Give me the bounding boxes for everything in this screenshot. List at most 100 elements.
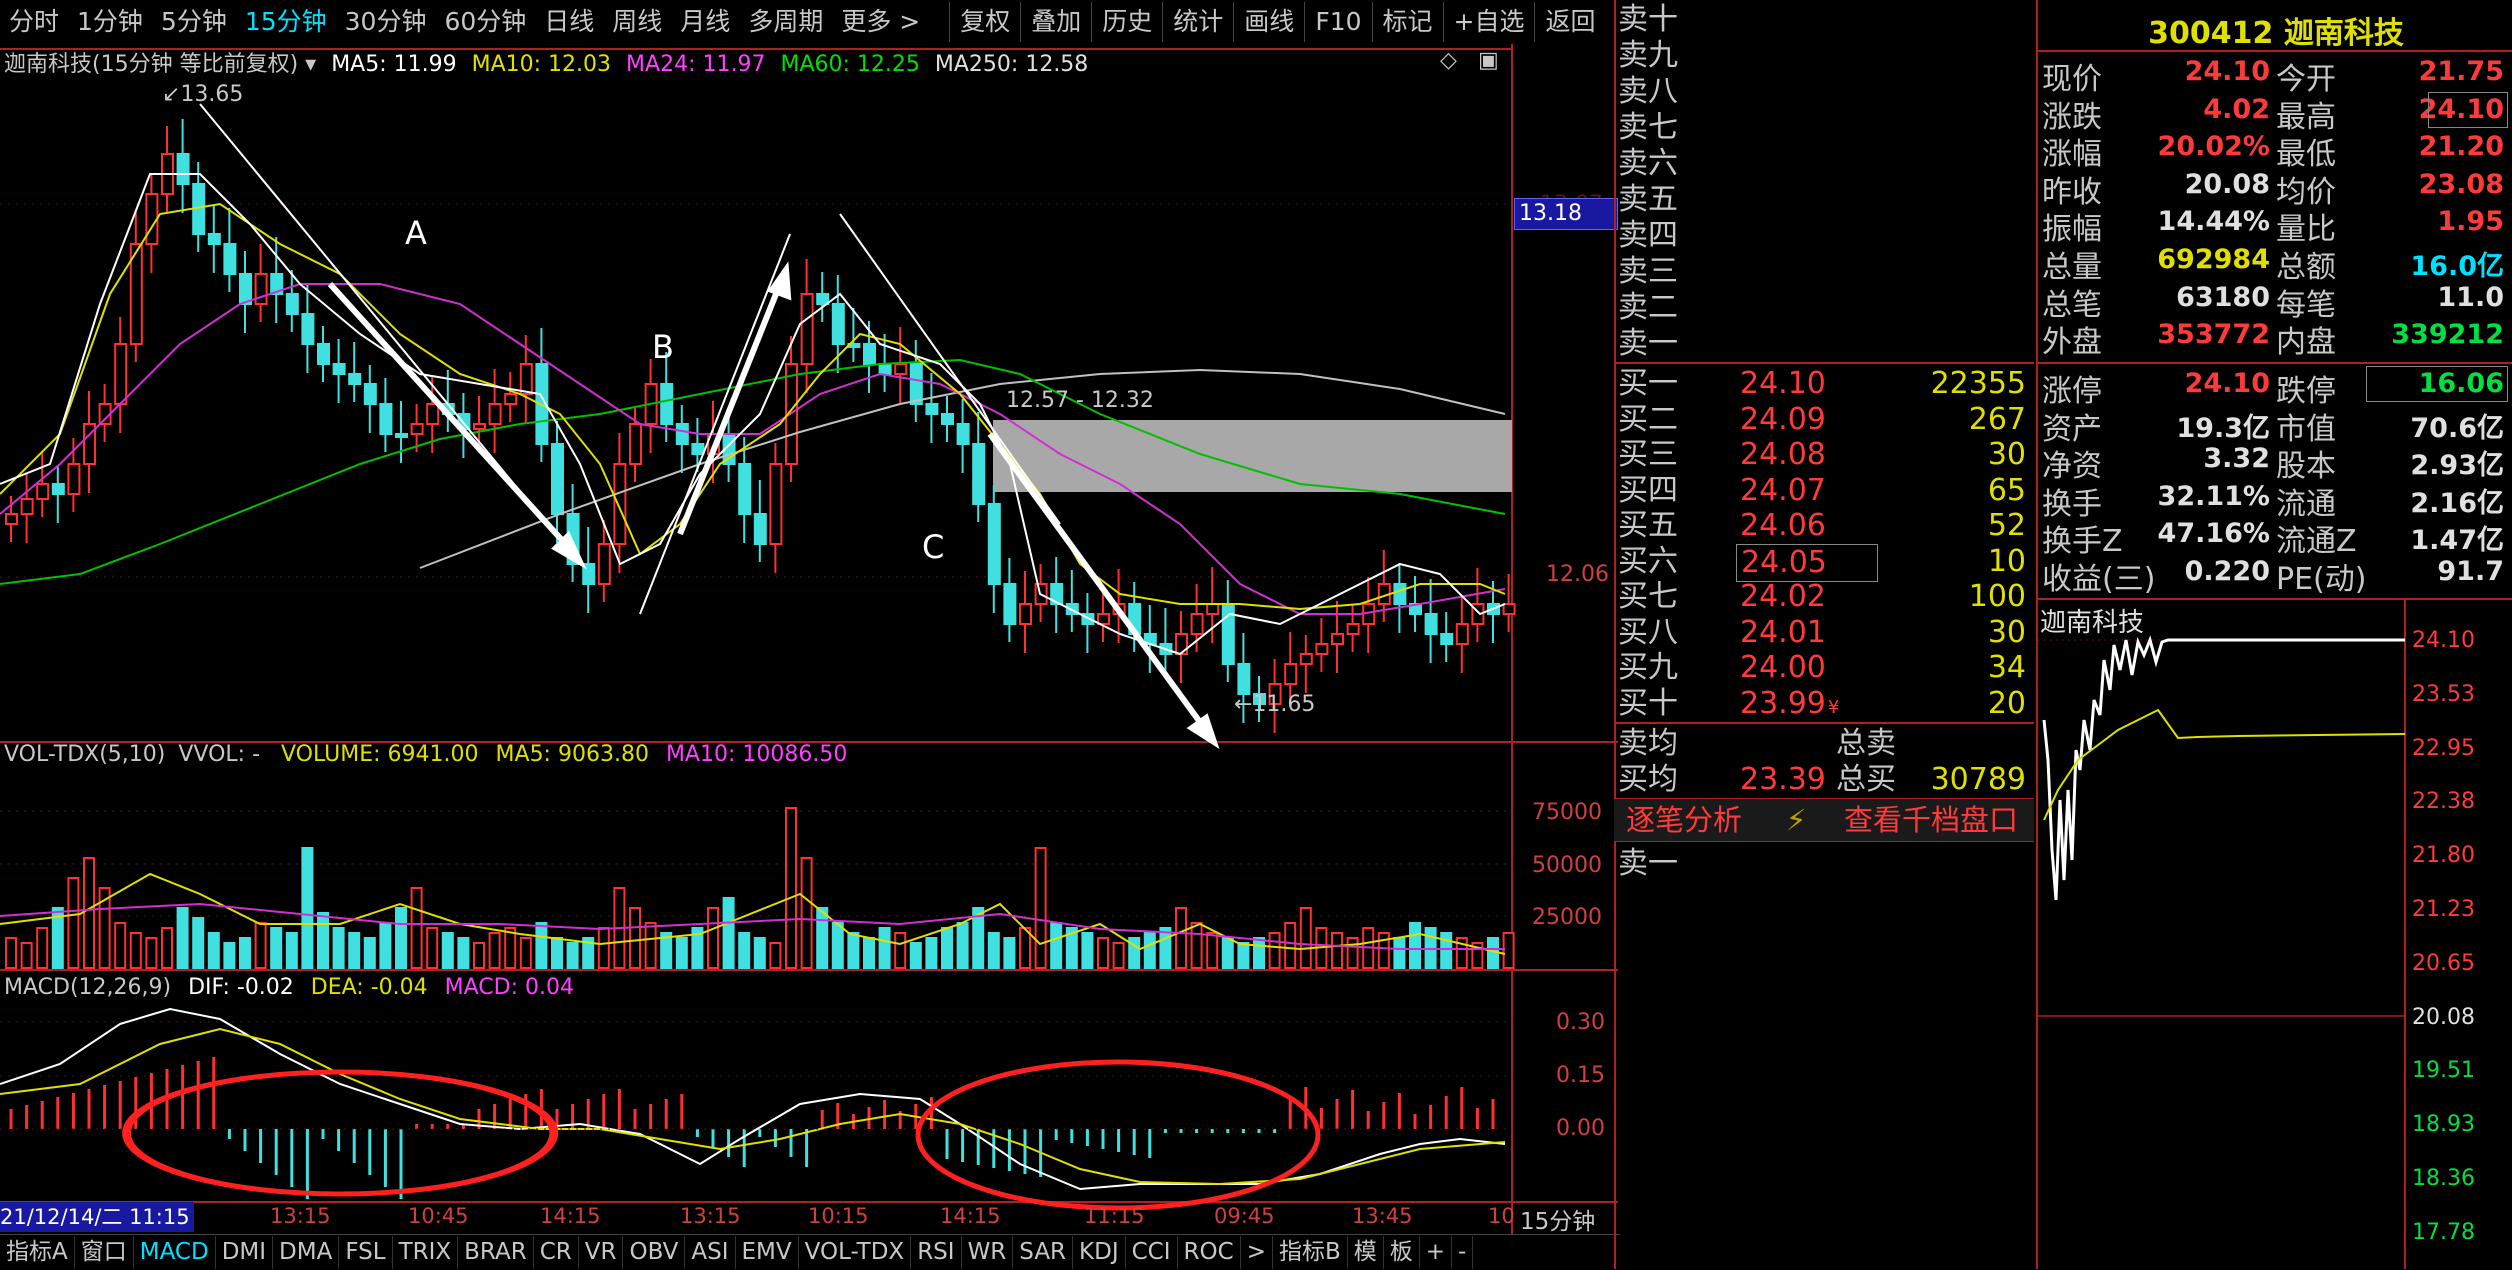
sell-row[interactable]: 卖三 bbox=[1618, 254, 2034, 290]
toolbar-button[interactable]: 标记 bbox=[1371, 2, 1443, 42]
toolbar-button[interactable]: +自选 bbox=[1442, 2, 1535, 42]
period-tab[interactable]: 周线 bbox=[603, 2, 671, 42]
sell-row[interactable]: 卖四 bbox=[1618, 218, 2034, 254]
macd-name[interactable]: MACD(12,26,9) bbox=[4, 975, 171, 1000]
buy-row[interactable]: 买九 24.00 34 bbox=[1618, 650, 2034, 686]
mini-axis-label: 22.38 bbox=[2412, 789, 2475, 815]
period-tab[interactable]: 1分钟 bbox=[68, 2, 152, 42]
indicator-tab[interactable]: FSL bbox=[339, 1236, 393, 1269]
candle-body bbox=[519, 363, 533, 395]
volume-bar bbox=[566, 942, 579, 969]
buy-row[interactable]: 买六 24.05 10 bbox=[1618, 543, 2034, 582]
buy-row[interactable]: 买五 24.06 52 bbox=[1618, 508, 2034, 544]
chart-panel-icon[interactable]: ▣ bbox=[1478, 48, 1499, 73]
period-tab[interactable]: 月线 bbox=[671, 2, 739, 42]
indicator-tab[interactable]: RSI bbox=[911, 1236, 962, 1269]
buy-row[interactable]: 买八 24.01 30 bbox=[1618, 615, 2034, 651]
quote-label: 内盘 bbox=[2276, 325, 2336, 361]
ma5-label: MA5: 11.99 bbox=[331, 52, 457, 77]
indicator-tab[interactable]: SAR bbox=[1013, 1236, 1074, 1269]
period-tab[interactable]: 15分钟 bbox=[236, 2, 336, 42]
toolbar-button[interactable]: 画线 bbox=[1233, 2, 1304, 42]
indicator-tab[interactable]: > bbox=[1241, 1236, 1273, 1269]
period-tab[interactable]: 30分钟 bbox=[336, 2, 436, 42]
candle-body bbox=[332, 363, 346, 375]
quote-label: 收益(三) bbox=[2042, 562, 2156, 597]
tick-analysis-button[interactable]: 逐笔分析 bbox=[1626, 799, 1742, 841]
buy-row[interactable]: 买十 23.99 ¥ 20 bbox=[1618, 686, 2034, 722]
toolbar-button[interactable]: F10 bbox=[1304, 2, 1371, 42]
period-tab[interactable]: 5分钟 bbox=[152, 2, 236, 42]
indicator-tab[interactable]: + bbox=[1420, 1236, 1453, 1269]
quote-value: 20.08 bbox=[2184, 168, 2270, 200]
indicator-tab[interactable]: ASI bbox=[685, 1236, 736, 1269]
candle-body bbox=[1097, 613, 1110, 625]
time-tick: 13:15 bbox=[680, 1204, 741, 1228]
buy-row[interactable]: 买七 24.02 100 bbox=[1618, 579, 2034, 615]
candle-body bbox=[1237, 663, 1251, 695]
indicator-tab[interactable]: VR bbox=[579, 1236, 624, 1269]
indicator-tab[interactable]: KDJ bbox=[1073, 1236, 1126, 1269]
view-depth-button[interactable]: 查看千档盘口 bbox=[1844, 799, 2018, 841]
indicator-tab[interactable]: BRAR bbox=[458, 1236, 534, 1269]
indicator-tab[interactable]: WR bbox=[962, 1236, 1014, 1269]
indicator-tab[interactable]: VOL-TDX bbox=[799, 1236, 912, 1269]
period-tab[interactable]: 更多 > bbox=[832, 2, 929, 42]
volume-bar bbox=[1081, 932, 1094, 969]
vol-axis-3: 25000 bbox=[1532, 905, 1602, 930]
buy-volume: 34 bbox=[1987, 650, 2026, 685]
toolbar-button[interactable]: 统计 bbox=[1162, 2, 1233, 42]
quote-value: 23.08 bbox=[2418, 168, 2504, 200]
indicator-tab[interactable]: CCI bbox=[1126, 1236, 1178, 1269]
indicator-tab[interactable]: 窗口 bbox=[75, 1236, 134, 1269]
indicator-tab[interactable]: DMA bbox=[273, 1236, 340, 1269]
toolbar-button[interactable]: 复权 bbox=[949, 2, 1020, 42]
buy-row[interactable]: 买四 24.07 65 bbox=[1618, 473, 2034, 509]
buy-row[interactable]: 买三 24.08 30 bbox=[1618, 437, 2034, 473]
buy-row[interactable]: 买一 24.10 22355 bbox=[1618, 366, 2034, 402]
sell-row[interactable]: 卖一 bbox=[1618, 326, 2034, 362]
chart-title[interactable]: 迦南科技(15分钟 等比前复权) bbox=[4, 52, 298, 77]
buy-price: 24.01 bbox=[1740, 614, 1826, 650]
buy-volume: 30 bbox=[1987, 437, 2026, 472]
indicator-tab[interactable]: 板 bbox=[1384, 1236, 1420, 1269]
sell-row[interactable]: 卖二 bbox=[1618, 290, 2034, 326]
indicator-tab[interactable]: 指标B bbox=[1273, 1236, 1348, 1269]
indicator-tab[interactable]: TRIX bbox=[393, 1236, 459, 1269]
period-tab[interactable]: 日线 bbox=[535, 2, 603, 42]
toolbar-button[interactable]: 返回 bbox=[1534, 2, 1605, 42]
toolbar-button[interactable]: 叠加 bbox=[1020, 2, 1091, 42]
quote-value: 19.3亿 bbox=[2176, 412, 2270, 444]
indicator-tab[interactable]: OBV bbox=[623, 1236, 686, 1269]
period-tab[interactable]: 多周期 bbox=[739, 2, 832, 42]
sell-row[interactable]: 卖十 bbox=[1618, 2, 2034, 38]
period-tab[interactable]: 60分钟 bbox=[435, 2, 535, 42]
indicator-tab[interactable]: ROC bbox=[1178, 1236, 1241, 1269]
kline-chart[interactable] bbox=[0, 44, 1618, 1234]
candle-body bbox=[67, 463, 81, 495]
volume-bar bbox=[1409, 922, 1421, 969]
indicator-tab[interactable]: CR bbox=[534, 1236, 579, 1269]
sell-row[interactable]: 卖八 bbox=[1618, 74, 2034, 110]
indicator-tab[interactable]: 指标A bbox=[0, 1236, 75, 1269]
indicator-tab[interactable]: 模 bbox=[1348, 1236, 1384, 1269]
sell-row[interactable]: 卖九 bbox=[1618, 38, 2034, 74]
period-tab[interactable]: 分时 bbox=[0, 2, 68, 42]
buy-row[interactable]: 买二 24.09 267 bbox=[1618, 402, 2034, 438]
volume-bar bbox=[1003, 937, 1016, 969]
indicator-tab[interactable]: - bbox=[1452, 1236, 1474, 1269]
toolbar-button[interactable]: 历史 bbox=[1091, 2, 1162, 42]
indicator-tab[interactable]: DMI bbox=[216, 1236, 274, 1269]
indicator-tab[interactable]: EMV bbox=[736, 1236, 799, 1269]
chart-diamond-icon[interactable]: ◇ bbox=[1440, 48, 1457, 73]
candle-body bbox=[114, 343, 128, 405]
sell-row[interactable]: 卖六 bbox=[1618, 146, 2034, 182]
sell-row[interactable]: 卖七 bbox=[1618, 110, 2034, 146]
vol-name[interactable]: VOL-TDX(5,10) bbox=[4, 742, 165, 767]
buy-price: 24.05 bbox=[1736, 543, 1878, 582]
vol-ma10-label: MA10: 10086.50 bbox=[665, 742, 848, 767]
indicator-tab[interactable]: MACD bbox=[134, 1236, 216, 1269]
chart-menu-icon[interactable]: ▾ bbox=[305, 52, 316, 77]
buy-volume: 20 bbox=[1987, 685, 2026, 721]
sell-row[interactable]: 卖五 bbox=[1618, 182, 2034, 218]
